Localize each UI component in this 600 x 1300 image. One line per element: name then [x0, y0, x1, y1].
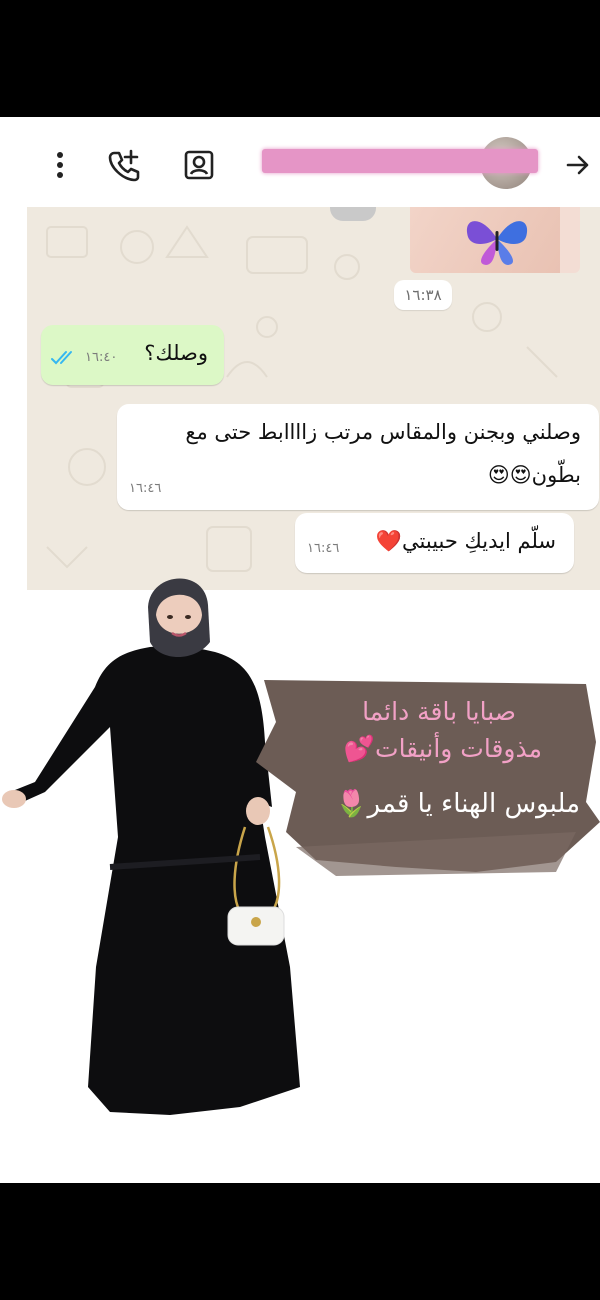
more-vertical-icon[interactable]	[40, 145, 80, 185]
message-time: ١٦:٤٦	[307, 541, 340, 556]
butterfly-icon	[466, 221, 528, 265]
contact-name-redacted[interactable]	[262, 149, 538, 173]
promo-text-line3: ملبوس الهناء يا قمر🌷	[335, 789, 580, 819]
arrow-right-icon[interactable]	[558, 145, 598, 185]
incoming-message-bubble[interactable]: وصلني وبجنن والمقاس مرتب زاااابط حتى مع …	[117, 404, 599, 510]
message-time: ١٦:٤٠	[85, 350, 118, 365]
outgoing-message-bubble[interactable]: وصلك؟ ١٦:٤٠	[41, 325, 224, 385]
chat-header	[0, 117, 600, 207]
message-text-line2: بطّون😍😍	[487, 463, 581, 487]
chat-area: ١٦:٣٨ وصلك؟ ١٦:٤٠ وصلني وبجنن والمقاس مر…	[27, 207, 600, 590]
message-time: ١٦:٤٦	[129, 481, 162, 496]
promo-text-line1: صبايا باقة دائما	[362, 697, 516, 726]
media-indicator	[330, 207, 376, 221]
date-separator: ١٦:٣٨	[394, 280, 452, 310]
promo-text-line2: مذوقات وأنيقات💕	[343, 734, 542, 763]
message-text: وصلك؟	[144, 341, 208, 365]
double-check-icon	[51, 351, 72, 365]
message-text: سلّم ايديكِ حبيبتي❤️	[375, 529, 556, 553]
shared-photo-thumbnail[interactable]	[410, 207, 580, 273]
screen: ١٦:٣٨ وصلك؟ ١٦:٤٠ وصلني وبجنن والمقاس مر…	[0, 117, 600, 1183]
phone-plus-icon[interactable]	[104, 145, 144, 185]
incoming-message-bubble[interactable]: سلّم ايديكِ حبيبتي❤️ ١٦:٤٦	[295, 513, 574, 573]
message-text-line1: وصلني وبجنن والمقاس مرتب زاااابط حتى مع	[185, 420, 581, 444]
contact-card-icon[interactable]	[179, 145, 219, 185]
